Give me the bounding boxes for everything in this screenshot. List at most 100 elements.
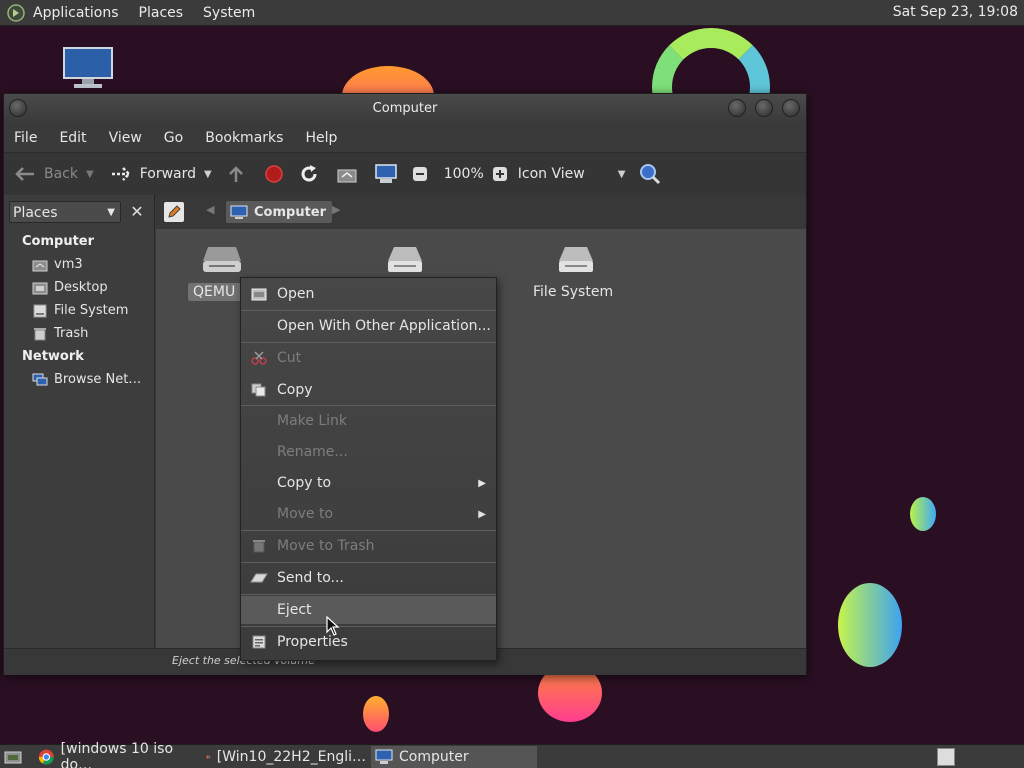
toolbar: Back ▼ Forward ▼ 100% Icon View ▼ [4,152,806,196]
view-mode-select[interactable]: Icon View ▼ [518,166,628,182]
computer-button[interactable] [374,164,406,184]
menu-item-rename[interactable]: Rename... [241,438,496,466]
zoom-level[interactable]: 100% [444,166,484,182]
sidebar-item-trash[interactable]: Trash [32,326,88,341]
sidebar-heading-computer: Computer [22,234,95,249]
back-button[interactable]: Back ▼ [14,165,94,183]
menu-item-move-to-trash[interactable]: Move to Trash [241,532,496,560]
menu-item-label: Open [277,286,315,302]
taskbar-item-computer[interactable]: Computer [371,746,537,768]
breadcrumb-computer[interactable]: Computer [226,201,333,223]
minimize-button[interactable] [728,99,746,117]
menu-item-cut[interactable]: Cut [241,344,496,372]
optical-drive-icon [202,247,241,272]
menu-item-open-with[interactable]: Open With Other Application... [241,312,496,340]
hard-drive-icon [388,247,422,272]
chevron-right-icon[interactable]: ▶ [332,203,340,216]
zoom-in-button[interactable] [492,166,516,182]
sidebar-selector[interactable]: Places ▼ [9,201,121,223]
desktop-bubble [910,497,936,531]
chevron-down-icon[interactable]: ▼ [86,169,94,180]
top-panel: Applications Places System Sat Sep 23, 1… [0,0,1024,26]
window-title: Computer [372,101,438,116]
menu-item-label: Eject [277,602,312,618]
titlebar[interactable]: Computer [4,94,806,124]
menu-item-copy[interactable]: Copy [241,376,496,404]
arrow-left-icon [15,167,34,181]
separator [241,310,496,311]
trash-icon [34,327,46,340]
scissors-icon [251,351,267,365]
sidebar-close-button[interactable]: ✕ [126,201,148,223]
sidebar-item-desktop[interactable]: Desktop [32,280,108,295]
sidebar: Places ▼ ✕ Computer vm3 Desktop File Sys… [4,195,155,648]
menu-item-make-link[interactable]: Make Link [241,407,496,435]
forward-button[interactable]: Forward ▼ [110,165,212,183]
drive-label: File System [533,284,614,300]
location-edit-button[interactable] [164,202,184,222]
desktop-bubble [838,583,902,667]
home-folder-icon [337,169,357,183]
pencil-icon [168,205,181,218]
zoom-out-icon [412,167,427,181]
menu-item-label: Make Link [277,413,347,429]
sidebar-item-label: Desktop [54,280,108,295]
separator [241,562,496,563]
menu-item-label: Properties [277,634,348,650]
show-desktop-button[interactable] [4,746,28,768]
search-icon [639,164,660,185]
chrome-icon [38,749,54,765]
desktop-computer-icon[interactable] [62,46,114,90]
home-button[interactable] [336,164,366,184]
menu-item-eject[interactable]: Eject [241,596,496,624]
desktop-bubble [363,696,389,732]
menu-view[interactable]: View [109,130,142,146]
back-label: Back [44,166,78,182]
menu-help[interactable]: Help [305,130,337,146]
menu-item-properties[interactable]: Properties [241,628,496,656]
menu-edit[interactable]: Edit [59,130,86,146]
menu-item-send-to[interactable]: Send to... [241,564,496,592]
menu-file[interactable]: File [14,130,37,146]
computer-icon [375,749,393,764]
menu-item-open[interactable]: Open [241,280,496,308]
menu-item-copy-to[interactable]: Copy to ▶ [241,469,496,497]
separator [241,626,496,627]
sidebar-item-vm3[interactable]: vm3 [32,257,83,272]
computer-icon [230,205,248,219]
search-button[interactable] [638,162,670,186]
taskbar-item-label: [Win10_22H2_Engli… [216,749,366,765]
sidebar-item-label: File System [54,303,129,318]
clock[interactable]: Sat Sep 23, 19:08 [893,4,1018,20]
menu-item-label: Rename... [277,444,348,460]
reload-button[interactable] [298,163,328,185]
chevron-left-icon[interactable]: ◀ [206,203,214,216]
chevron-down-icon[interactable]: ▼ [204,169,212,180]
zoom-out-button[interactable] [412,166,436,182]
maximize-button[interactable] [755,99,773,117]
sidebar-item-file-system[interactable]: File System [32,303,128,318]
desktop-folder-icon [32,282,48,294]
stop-button[interactable] [264,164,292,184]
system-menu[interactable]: System [203,5,255,21]
menu-item-move-to[interactable]: Move to ▶ [241,500,496,528]
workspace-switcher[interactable] [937,748,955,766]
sidebar-item-browse-network[interactable]: Browse Net… [32,372,141,387]
distro-logo-icon[interactable] [7,3,25,22]
applications-menu[interactable]: Applications [33,5,119,21]
menu-item-label: Move to [277,506,334,522]
places-menu[interactable]: Places [139,5,184,21]
forward-label: Forward [139,166,197,182]
chevron-down-icon: ▼ [617,168,626,180]
close-button[interactable] [782,99,800,117]
up-button[interactable] [226,165,254,183]
trash-icon [253,540,265,553]
taskbar-item-archive[interactable]: [Win10_22H2_Engli… [206,746,366,768]
menu-go[interactable]: Go [164,130,183,146]
drive-file-system[interactable]: File System [528,243,618,301]
menu-item-label: Copy [277,382,313,398]
menu-bookmarks[interactable]: Bookmarks [205,130,283,146]
taskbar-item-browser[interactable]: [windows 10 iso do… [38,741,198,768]
window-menu-button[interactable] [9,99,27,117]
location-bar: ◀ Computer ▶ [156,195,806,229]
